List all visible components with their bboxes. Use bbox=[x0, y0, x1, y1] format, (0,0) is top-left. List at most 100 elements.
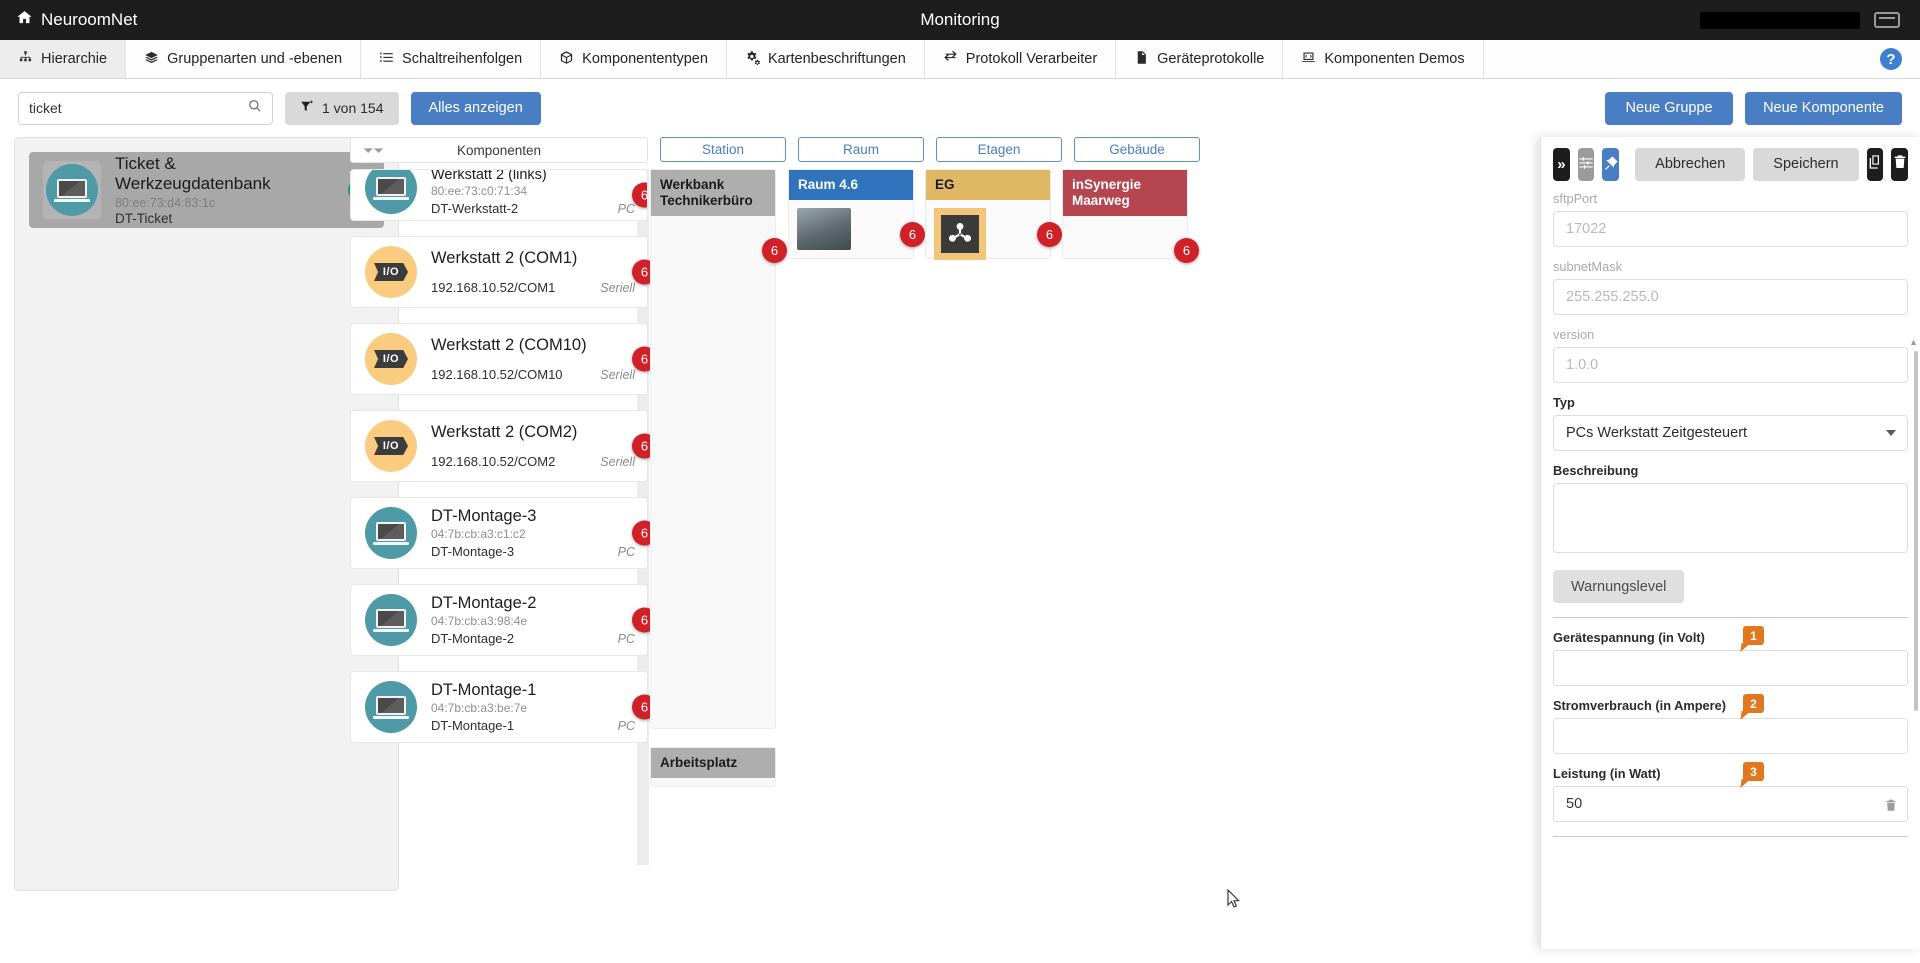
scroll-up-indicator[interactable]: ▲ bbox=[1909, 337, 1918, 347]
keyboard-icon[interactable] bbox=[1874, 12, 1900, 28]
field-label: subnetMask bbox=[1553, 259, 1908, 274]
search-box[interactable] bbox=[18, 92, 273, 125]
column-pill-etagen[interactable]: Etagen bbox=[936, 137, 1062, 162]
sftp-port-input[interactable] bbox=[1553, 211, 1908, 247]
board-header-row: ⏷⏷ Komponenten Station Raum Etagen Gebäu… bbox=[350, 137, 1200, 163]
column-pill-station[interactable]: Station bbox=[660, 137, 786, 162]
field-label: Beschreibung bbox=[1553, 463, 1908, 478]
chevron-down-icon bbox=[1886, 430, 1896, 436]
callout-badge-1: 1 bbox=[1743, 626, 1764, 645]
main-area: Ticket & Werkzeugdatenbank 80:ee:73:d4:8… bbox=[0, 137, 1920, 963]
tab-label: Kartenbeschriftungen bbox=[768, 51, 906, 67]
status-badge[interactable]: 6 bbox=[762, 238, 787, 263]
beschreibung-textarea[interactable] bbox=[1553, 483, 1908, 553]
list-item-title: Werkstatt 2 (COM10) bbox=[431, 336, 643, 355]
mouse-cursor bbox=[1227, 889, 1240, 908]
list-item-mac: 04:7b:cb:a3:be:7e bbox=[431, 701, 643, 715]
help-button[interactable]: ? bbox=[1862, 40, 1920, 78]
tab-geraeteprotokolle[interactable]: Geräteprotokolle bbox=[1116, 40, 1283, 78]
filter-icon bbox=[300, 100, 314, 117]
selected-texts: Ticket & Werkzeugdatenbank 80:ee:73:d4:8… bbox=[115, 154, 334, 226]
version-input[interactable] bbox=[1553, 347, 1908, 383]
list-item-subtitle: DT-Montage-3 bbox=[431, 544, 514, 559]
show-all-button[interactable]: Alles anzeigen bbox=[411, 92, 541, 125]
status-badge[interactable]: 6 bbox=[1174, 238, 1199, 263]
search-input[interactable] bbox=[29, 100, 248, 116]
copy-button[interactable] bbox=[1867, 148, 1884, 181]
current-input[interactable] bbox=[1553, 718, 1908, 754]
list-item-title: Werkstatt 2 (COM2) bbox=[431, 423, 643, 442]
tab-schaltreihenfolgen[interactable]: Schaltreihenfolgen bbox=[361, 40, 541, 78]
tab-komponenten-demos[interactable]: Komponenten Demos bbox=[1283, 40, 1483, 78]
tab-kartenbeschriftungen[interactable]: Kartenbeschriftungen bbox=[727, 40, 925, 78]
floorplan-icon[interactable] bbox=[934, 208, 986, 260]
tab-label: Gruppenarten und -ebenen bbox=[167, 51, 342, 67]
subnet-mask-input[interactable] bbox=[1553, 279, 1908, 315]
list-item[interactable]: DT-Montage-1 04:7b:cb:a3:be:7e DT-Montag… bbox=[350, 671, 648, 743]
field-label: Stromverbrauch (in Ampere) bbox=[1553, 698, 1908, 713]
list-item-title: Werkstatt 2 (links) bbox=[431, 169, 643, 183]
tab-protokoll-verarbeiter[interactable]: Protokoll Verarbeiter bbox=[925, 40, 1116, 78]
power-input[interactable] bbox=[1553, 786, 1908, 822]
tab-gruppenarten-und-ebenen[interactable]: Gruppenarten und -ebenen bbox=[126, 40, 361, 78]
warnungslevel-button[interactable]: Warnungslevel bbox=[1553, 570, 1684, 603]
column-pill-gebaeude[interactable]: Gebäude bbox=[1074, 137, 1200, 162]
pin-panel-button[interactable] bbox=[1602, 148, 1619, 181]
brand[interactable]: NeuroomNet bbox=[0, 9, 137, 31]
list-item-subtitle: 192.168.10.52/COM1 bbox=[431, 280, 555, 295]
file-icon bbox=[1134, 50, 1149, 69]
list-item[interactable]: I/O Werkstatt 2 (COM10) 192.168.10.52/CO… bbox=[350, 323, 648, 395]
selected-component-card[interactable]: Ticket & Werkzeugdatenbank 80:ee:73:d4:8… bbox=[29, 152, 384, 228]
settings-toggle-button[interactable] bbox=[1578, 148, 1595, 181]
list-item-kind: PC bbox=[618, 632, 635, 646]
components-header-label: Komponenten bbox=[351, 143, 647, 158]
group-card-werkbank[interactable]: Werkbank Technikerbüro 6 bbox=[650, 169, 776, 729]
new-component-button[interactable]: Neue Komponente bbox=[1745, 92, 1902, 125]
exchange-icon bbox=[943, 50, 958, 69]
status-badge[interactable]: 6 bbox=[1037, 222, 1062, 247]
field-typ: Typ PCs Werkstatt Zeitgesteuert bbox=[1553, 395, 1908, 451]
group-card-title: inSynergie Maarweg bbox=[1063, 170, 1187, 216]
search-icon[interactable] bbox=[248, 99, 262, 118]
list-item-kind: Seriell bbox=[600, 368, 635, 382]
filter-button[interactable]: 1 von 154 bbox=[285, 92, 399, 125]
list-item[interactable]: DT-Montage-3 04:7b:cb:a3:c1:c2 DT-Montag… bbox=[350, 497, 648, 569]
selected-title: Ticket & Werkzeugdatenbank bbox=[115, 154, 334, 194]
save-button[interactable]: Speichern bbox=[1753, 148, 1858, 181]
room-photo-thumbnail[interactable] bbox=[797, 208, 851, 250]
collapse-panel-button[interactable]: » bbox=[1553, 148, 1570, 181]
tab-label: Geräteprotokolle bbox=[1157, 51, 1264, 67]
field-label: sftpPort bbox=[1553, 191, 1908, 206]
list-item[interactable]: I/O Werkstatt 2 (COM1) 192.168.10.52/COM… bbox=[350, 236, 648, 308]
list-item-kind: Seriell bbox=[600, 281, 635, 295]
selected-subtitle: DT-Ticket bbox=[115, 211, 334, 226]
group-card-title: Arbeitsplatz bbox=[651, 748, 775, 778]
cancel-button[interactable]: Abbrechen bbox=[1635, 148, 1745, 181]
tab-hierarchie[interactable]: Hierarchie bbox=[0, 40, 126, 78]
list-item-texts: Werkstatt 2 (links) 80:ee:73:c0:71:34 DT… bbox=[431, 169, 643, 216]
group-card-arbeitsplatz[interactable]: Arbeitsplatz bbox=[650, 747, 776, 787]
group-card-body: 6 bbox=[789, 200, 913, 260]
voltage-input[interactable] bbox=[1553, 650, 1908, 686]
chevron-double-right-icon: » bbox=[1557, 156, 1565, 173]
editor-scrollbar[interactable] bbox=[1914, 351, 1918, 711]
group-card-body: 6 bbox=[926, 200, 1050, 268]
copy-icon bbox=[1867, 154, 1883, 174]
delete-button[interactable] bbox=[1891, 148, 1908, 181]
typ-selected-value: PCs Werkstatt Zeitgesteuert bbox=[1566, 425, 1747, 441]
tab-komponententypen[interactable]: Komponententypen bbox=[541, 40, 727, 78]
list-item[interactable]: DT-Montage-2 04:7b:cb:a3:98:4e DT-Montag… bbox=[350, 584, 648, 656]
group-card-body: 6 bbox=[1063, 216, 1187, 276]
status-badge[interactable]: 6 bbox=[900, 222, 925, 247]
group-card-raum[interactable]: Raum 4.6 6 bbox=[788, 169, 914, 259]
chevron-double-down-icon[interactable]: ⏷⏷ bbox=[363, 144, 384, 157]
home-icon bbox=[16, 9, 33, 31]
column-pill-raum[interactable]: Raum bbox=[798, 137, 924, 162]
new-group-button[interactable]: Neue Gruppe bbox=[1605, 92, 1733, 125]
group-card-eg[interactable]: EG 6 bbox=[925, 169, 1051, 259]
list-item[interactable]: I/O Werkstatt 2 (COM2) 192.168.10.52/COM… bbox=[350, 410, 648, 482]
list-item[interactable]: Werkstatt 2 (links) 80:ee:73:c0:71:34 DT… bbox=[350, 169, 648, 221]
group-card-insynergie[interactable]: inSynergie Maarweg 6 bbox=[1062, 169, 1188, 259]
typ-select[interactable]: PCs Werkstatt Zeitgesteuert bbox=[1553, 415, 1908, 451]
clear-power-trash-icon[interactable] bbox=[1884, 798, 1898, 813]
